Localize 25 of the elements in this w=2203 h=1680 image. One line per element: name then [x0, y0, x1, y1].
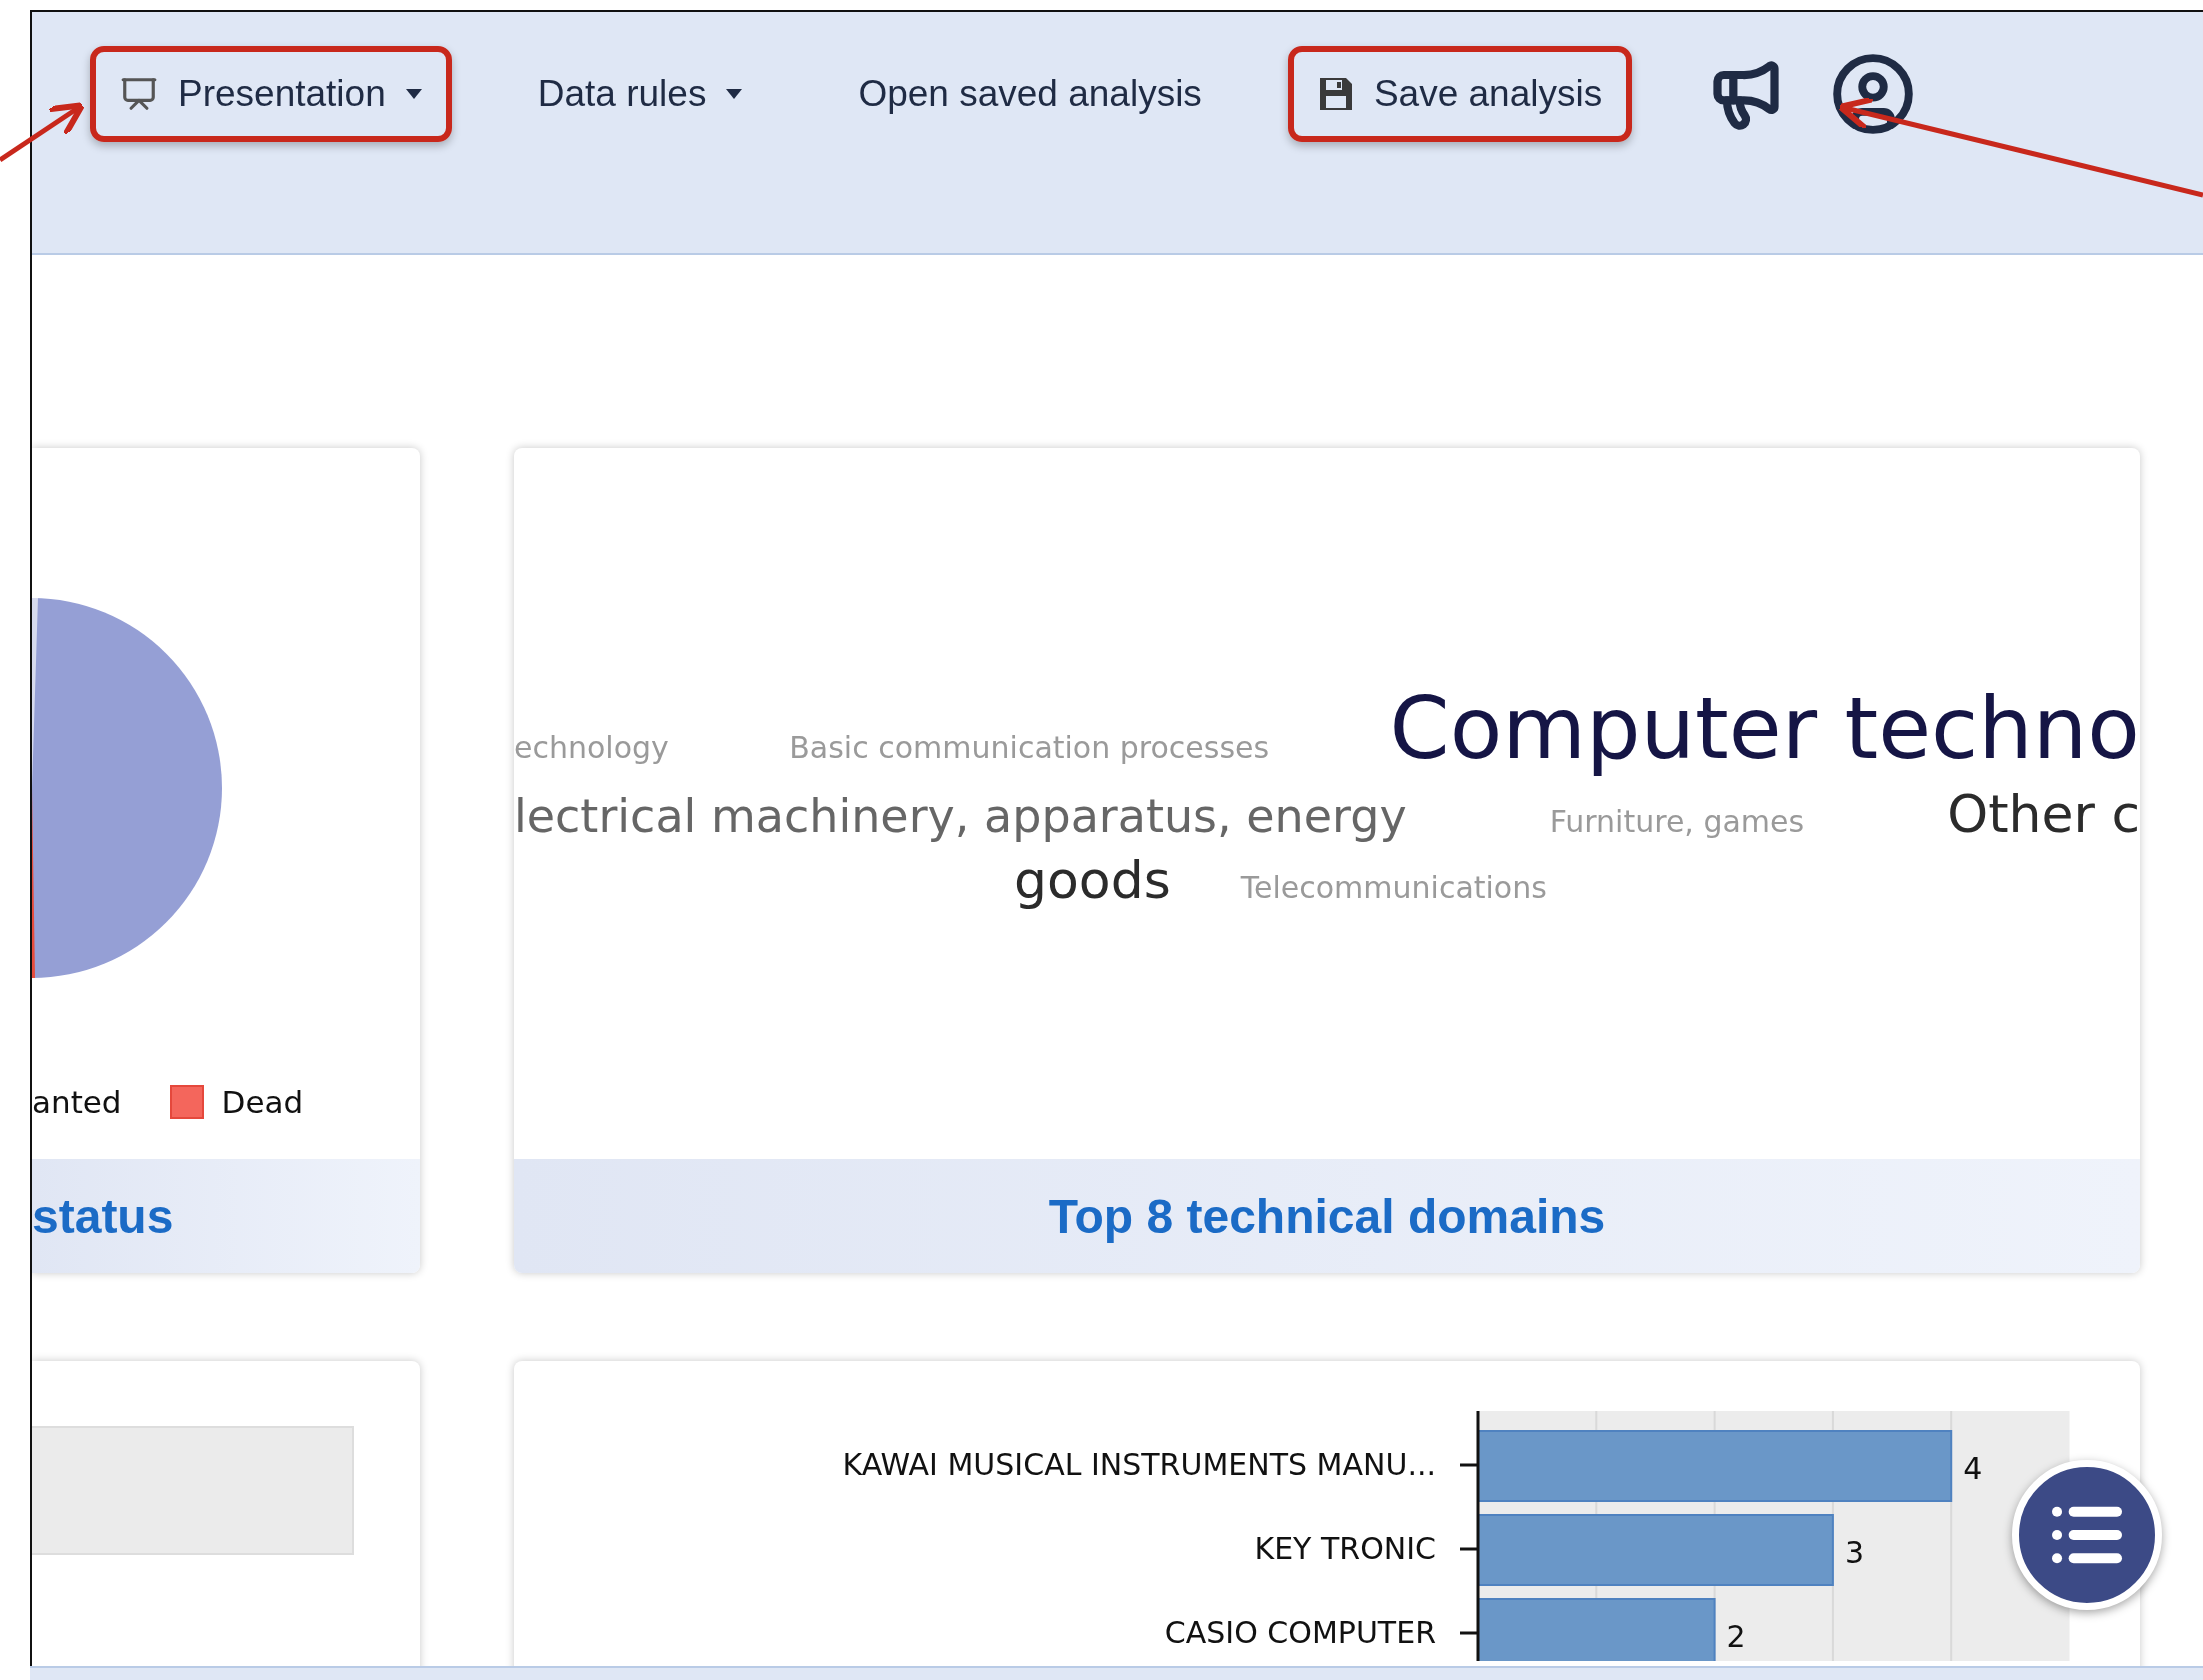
- word-cloud-term: echnology: [514, 729, 669, 765]
- projector-screen-icon: [120, 75, 158, 113]
- legend-label: Dead: [221, 1084, 304, 1120]
- presentation-menu[interactable]: Presentation: [90, 46, 452, 142]
- menu-link[interactable]: Open saved analysis: [828, 46, 1232, 142]
- card-title: status: [32, 1188, 174, 1244]
- word-cloud-term: Basic communication processes: [789, 729, 1270, 765]
- word-cloud-term: goods: [1014, 849, 1171, 910]
- legend-label: anted: [32, 1084, 122, 1120]
- dropdown-menu[interactable]: Data rules: [507, 46, 773, 142]
- value-label: 4: [1963, 1451, 1983, 1486]
- word-cloud-term: Computer techno: [1389, 677, 2140, 778]
- bar-label: CASIO COMPUTER: [1164, 1615, 1436, 1650]
- caret-icon: [405, 89, 422, 99]
- caret-icon: [726, 89, 743, 99]
- value-label: 3: [1844, 1535, 1864, 1570]
- save-button[interactable]: Save analysis: [1287, 46, 1633, 142]
- word-cloud-term: lectrical machinery, apparatus, energy: [514, 788, 1407, 843]
- word-cloud-term: Telecommunications: [1240, 869, 1547, 905]
- card-title: Top 8 technical domains: [1048, 1188, 1606, 1244]
- word-cloud-term: Furniture, games: [1549, 803, 1805, 839]
- bar-label: KAWAI MUSICAL INSTRUMENTS MANU...: [842, 1447, 1436, 1482]
- bar-label: KEY TRONIC: [1254, 1531, 1436, 1566]
- word-cloud-term: Other c: [1947, 783, 2140, 844]
- value-label: 2: [1726, 1619, 1746, 1654]
